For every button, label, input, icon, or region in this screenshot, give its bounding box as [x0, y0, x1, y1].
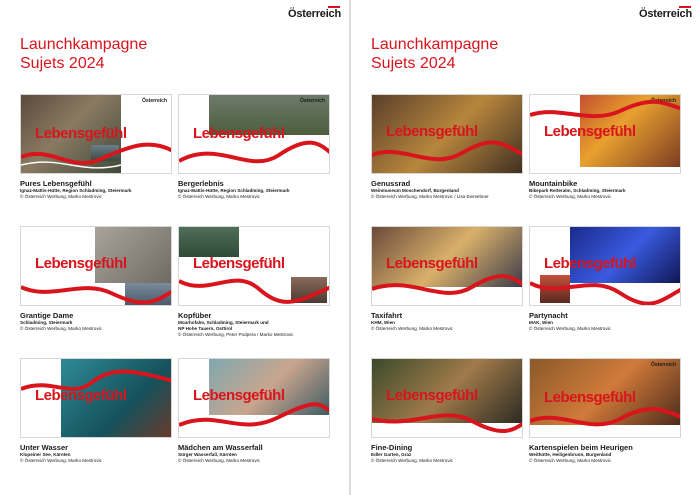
sujet-card[interactable]: Österreich Lebensgefühl Pures Lebensgefü…	[20, 94, 172, 200]
sujet-title: Mountainbike	[529, 179, 578, 188]
sujet-card[interactable]: Lebensgefühl Unter Wasser Klopeiner See,…	[20, 358, 172, 464]
sujet-thumbnail[interactable]: Lebensgefühl	[178, 358, 330, 438]
sujet-thumbnail[interactable]: Lebensgefühl	[371, 94, 523, 174]
title-line-2: Sujets 2024	[20, 55, 105, 72]
sujet-card[interactable]: Lebensgefühl Mädchen am Wasserfall Sürge…	[178, 358, 330, 464]
sujet-credit: © Österreich Werbung, Marko Mestrovic	[529, 458, 611, 463]
sujet-card[interactable]: Lebensgefühl Grantige Dame Schladming, S…	[20, 226, 172, 332]
sujet-card[interactable]: Österreich Lebensgefühl Bergerlebnis Ign…	[178, 94, 330, 200]
page-title: Launchkampagne Sujets 2024	[20, 35, 147, 73]
sujet-credit: © Österreich Werbung, Marko Mestrovic	[529, 326, 611, 331]
sujet-headline: Lebensgefühl	[35, 255, 127, 272]
sujet-title: Bergerlebnis	[178, 179, 224, 188]
sujet-thumbnail[interactable]: Lebensgefühl	[529, 226, 681, 306]
sujet-title: Pures Lebensgefühl	[20, 179, 92, 188]
sujet-credit: © Österreich Werbung, Marko Mestrovic	[20, 194, 102, 199]
sujet-credit: © Österreich Werbung, Marko Mestrovic	[20, 458, 102, 463]
sujet-headline: Lebensgefühl	[544, 123, 636, 140]
brand-logo: Österreich	[287, 8, 341, 20]
sujet-title: Partynacht	[529, 311, 568, 320]
sujet-title: Genussrad	[371, 179, 411, 188]
sujet-thumbnail[interactable]: Lebensgefühl	[371, 358, 523, 438]
sujet-thumbnail[interactable]: Österreich Lebensgefühl	[529, 358, 681, 438]
sujet-credit: © Österreich Werbung, Marko Mestrovic	[371, 458, 453, 463]
sujet-headline: Lebensgefühl	[35, 387, 127, 404]
sujet-card[interactable]: Lebensgefühl Genussrad Weinmuseum Mosche…	[371, 94, 523, 200]
sujet-headline: Lebensgefühl	[193, 387, 285, 404]
sujet-title: Fine-Dining	[371, 443, 413, 452]
page-left: Österreich Launchkampagne Sujets 2024 Ös…	[0, 0, 349, 495]
sujet-headline: Lebensgefühl	[386, 387, 478, 404]
sujet-title: Taxifahrt	[371, 311, 403, 320]
sujet-title: Kopfüber	[178, 311, 212, 320]
sujet-credit: © Österreich Werbung, Marko Mestrovic	[178, 458, 260, 463]
sujet-card[interactable]: Lebensgefühl Kopfüber Moarhofalm, Schlad…	[178, 226, 330, 338]
sujet-headline: Lebensgefühl	[544, 255, 636, 272]
sujet-card[interactable]: Österreich Lebensgefühl Mountainbike Bik…	[529, 94, 681, 200]
title-line-1: Launchkampagne	[371, 36, 499, 53]
sujet-title: Kartenspielen beim Heurigen	[529, 443, 633, 452]
sujet-headline: Lebensgefühl	[35, 125, 127, 142]
sujet-credit: © Österreich Werbung, Peter Podpera / Ma…	[178, 332, 294, 337]
title-line-2: Sujets 2024	[371, 55, 456, 72]
sujet-headline: Lebensgefühl	[193, 125, 285, 142]
sujet-card[interactable]: Lebensgefühl Fine-Dining Edler Garten, G…	[371, 358, 523, 464]
sujet-headline: Lebensgefühl	[386, 255, 478, 272]
title-line-1: Launchkampagne	[20, 36, 148, 53]
sujet-title: Unter Wasser	[20, 443, 69, 452]
sujet-card[interactable]: Österreich Lebensgefühl Kartenspielen be…	[529, 358, 681, 464]
sujet-thumbnail[interactable]: Österreich Lebensgefühl	[178, 94, 330, 174]
sujet-headline: Lebensgefühl	[544, 389, 636, 406]
sujet-card[interactable]: Lebensgefühl Partynacht MAK, Wien © Öste…	[529, 226, 681, 332]
sujet-thumbnail[interactable]: Österreich Lebensgefühl	[529, 94, 681, 174]
sujet-thumbnail[interactable]: Lebensgefühl	[20, 226, 172, 306]
sujet-title: Grantige Dame	[20, 311, 74, 320]
sujet-thumbnail[interactable]: Lebensgefühl	[178, 226, 330, 306]
sujet-headline: Lebensgefühl	[386, 123, 478, 140]
sujet-title: Mädchen am Wasserfall	[178, 443, 263, 452]
page-right: Österreich Launchkampagne Sujets 2024 Le…	[351, 0, 700, 495]
sujet-credit: © Österreich Werbung, Marko Mestrovic	[178, 194, 260, 199]
sujet-thumbnail[interactable]: Lebensgefühl	[20, 358, 172, 438]
sujet-thumbnail[interactable]: Österreich Lebensgefühl	[20, 94, 172, 174]
sujet-credit: © Österreich Werbung, Marko Mestrovic / …	[371, 194, 489, 199]
sujet-credit: © Österreich Werbung, Marko Mestrovic	[371, 326, 453, 331]
sujet-thumbnail[interactable]: Lebensgefühl	[371, 226, 523, 306]
sujet-headline: Lebensgefühl	[193, 255, 285, 272]
sujet-credit: © Österreich Werbung, Marko Mestrovic	[529, 194, 611, 199]
sujet-card[interactable]: Lebensgefühl Taxifahrt KHM, Wien © Öster…	[371, 226, 523, 332]
brand-logo: Österreich	[638, 8, 692, 20]
page-title: Launchkampagne Sujets 2024	[371, 35, 498, 73]
sujet-credit: © Österreich Werbung, Marko Mestrovic	[20, 326, 102, 331]
